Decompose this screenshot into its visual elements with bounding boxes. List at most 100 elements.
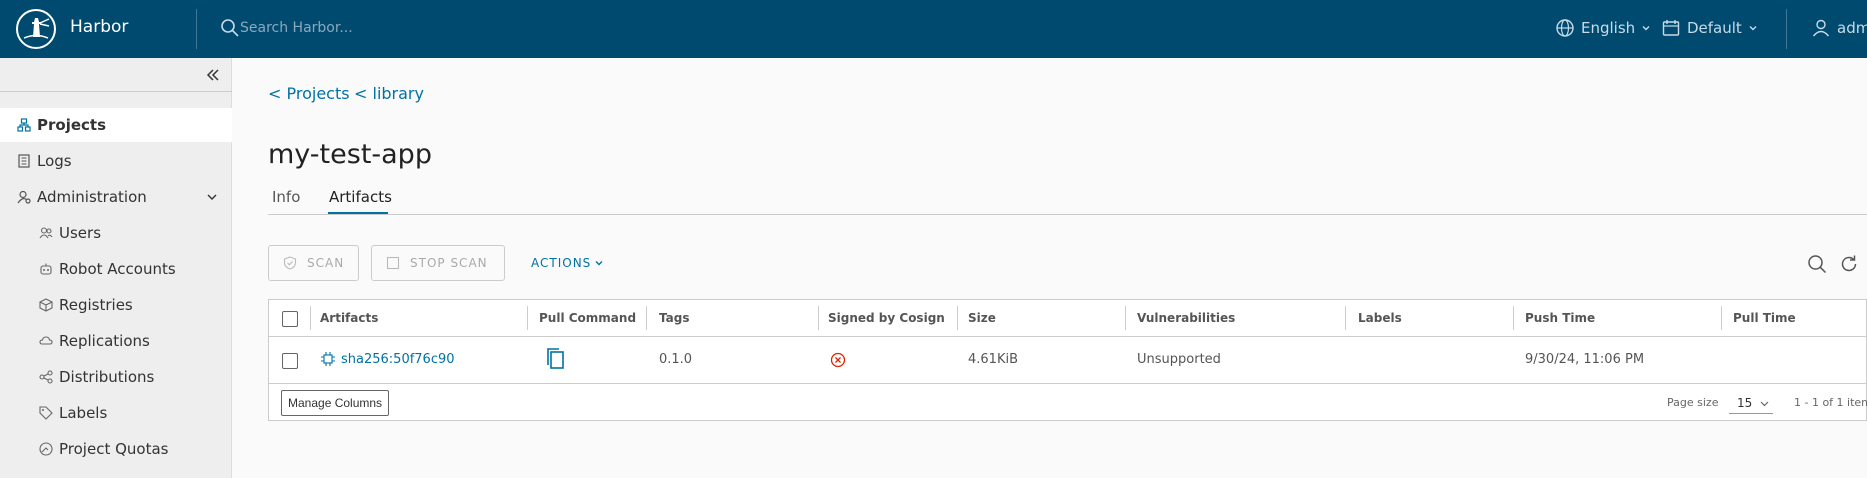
header-divider	[1786, 9, 1787, 49]
column-separator[interactable]	[1721, 306, 1722, 330]
datagrid-footer: Manage Columns Page size 15 1 - 1 of 1 i…	[269, 383, 1867, 421]
breadcrumb-projects[interactable]: < Projects	[268, 84, 350, 103]
tags-cell: 0.1.0	[659, 351, 693, 367]
search-icon[interactable]	[220, 18, 240, 38]
theme-label: Default	[1687, 19, 1742, 37]
logs-icon	[18, 154, 30, 168]
size-cell: 4.61KiB	[968, 351, 1019, 367]
tabs-divider	[268, 214, 1867, 215]
sidebar-item-project-quotas[interactable]: Project Quotas	[0, 432, 232, 466]
sidebar-collapse-bar	[0, 58, 232, 92]
tab-artifacts[interactable]: Artifacts	[329, 188, 392, 206]
top-header: Harbor English Default	[0, 0, 1867, 58]
replications-icon	[39, 336, 53, 345]
sidebar-item-label: Administration	[37, 188, 147, 206]
artifact-cell: sha256:50f76c90	[320, 348, 455, 370]
shield-check-icon	[283, 256, 297, 270]
labels-icon	[39, 406, 53, 420]
chevron-down-icon	[1760, 401, 1769, 407]
sidebar-item-registries[interactable]: Registries	[0, 288, 232, 322]
globe-icon	[1556, 19, 1574, 37]
copy-icon[interactable]	[545, 347, 567, 371]
artifact-digest-link[interactable]: sha256:50f76c90	[341, 352, 455, 367]
refresh-icon[interactable]	[1839, 254, 1859, 274]
sidebar-item-label: Logs	[37, 152, 72, 170]
column-header-pull-command[interactable]: Pull Command	[539, 300, 636, 336]
chevron-down-icon[interactable]	[206, 191, 218, 203]
projects-icon	[17, 118, 31, 132]
chevron-down-icon	[1749, 26, 1757, 31]
column-header-vulnerabilities[interactable]: Vulnerabilities	[1137, 300, 1235, 336]
breadcrumb-library[interactable]: < library	[354, 84, 424, 103]
column-separator[interactable]	[527, 306, 528, 330]
sidebar-item-distributions[interactable]: Distributions	[0, 360, 232, 394]
sidebar-item-users[interactable]: Users	[0, 216, 232, 250]
column-header-push-time[interactable]: Push Time	[1525, 300, 1595, 336]
user-menu[interactable]: admin	[1811, 16, 1867, 40]
sidebar: Projects Logs Administration Users Robot…	[0, 58, 232, 478]
search-icon[interactable]	[1807, 254, 1827, 274]
column-separator[interactable]	[818, 306, 819, 330]
sidebar-item-label: Project Quotas	[59, 440, 169, 458]
page-size-value: 15	[1737, 395, 1753, 410]
stop-scan-button[interactable]: STOP SCAN	[371, 245, 505, 281]
sidebar-item-projects[interactable]: Projects	[0, 108, 232, 142]
header-divider	[196, 9, 197, 49]
user-icon	[1812, 19, 1830, 37]
vulnerabilities-cell: Unsupported	[1137, 351, 1221, 367]
search-input[interactable]	[240, 14, 740, 42]
page-title: my-test-app	[268, 139, 432, 170]
harbor-logo[interactable]	[16, 9, 56, 49]
datagrid-header: Artifacts Pull Command Tags Signed by Co…	[269, 300, 1867, 337]
stop-scan-label: STOP SCAN	[410, 256, 488, 270]
lighthouse-icon	[23, 18, 50, 39]
row-select-checkbox[interactable]	[282, 353, 298, 369]
page-size-select[interactable]: 15	[1729, 392, 1773, 414]
column-separator[interactable]	[646, 306, 647, 330]
users-icon	[39, 227, 53, 239]
sidebar-item-label: Labels	[59, 404, 108, 422]
column-header-artifacts[interactable]: Artifacts	[320, 300, 378, 336]
page-size-label: Page size	[1667, 396, 1719, 409]
brand-name[interactable]: Harbor	[70, 17, 128, 37]
sidebar-item-administration[interactable]: Administration	[0, 180, 232, 214]
column-header-size[interactable]: Size	[968, 300, 996, 336]
column-header-signed-by-cosign[interactable]: Signed by Cosign	[828, 300, 945, 336]
artifacts-datagrid: Artifacts Pull Command Tags Signed by Co…	[268, 299, 1867, 421]
quotas-icon	[39, 442, 53, 456]
scan-label: SCAN	[307, 256, 345, 270]
column-separator[interactable]	[1345, 306, 1346, 330]
select-all-checkbox[interactable]	[282, 311, 298, 327]
sidebar-item-robot-accounts[interactable]: Robot Accounts	[0, 252, 232, 286]
calendar-icon	[1662, 20, 1680, 36]
scan-button[interactable]: SCAN	[268, 245, 359, 281]
double-chevron-left-icon[interactable]	[205, 67, 221, 83]
sidebar-item-logs[interactable]: Logs	[0, 144, 232, 178]
sidebar-item-labels[interactable]: Labels	[0, 396, 232, 430]
chevron-down-icon	[595, 261, 603, 266]
column-separator	[310, 306, 311, 330]
registries-icon	[39, 298, 53, 312]
column-header-tags[interactable]: Tags	[659, 300, 689, 336]
theme-selector[interactable]: Default	[1661, 16, 1758, 40]
robot-icon	[40, 263, 52, 275]
column-separator[interactable]	[1125, 306, 1126, 330]
sidebar-item-label: Distributions	[59, 368, 155, 386]
actions-dropdown[interactable]: ACTIONS	[531, 256, 603, 270]
sidebar-item-label: Replications	[59, 332, 150, 350]
sidebar-item-label: Projects	[37, 116, 107, 134]
column-separator[interactable]	[957, 306, 958, 330]
distributions-icon	[39, 370, 53, 384]
column-header-pull-time[interactable]: Pull Time	[1733, 300, 1796, 336]
sidebar-item-label: Robot Accounts	[59, 260, 176, 278]
sidebar-item-replications[interactable]: Replications	[0, 324, 232, 358]
manage-columns-button[interactable]: Manage Columns	[281, 390, 390, 416]
not-signed-icon	[830, 352, 846, 368]
language-selector[interactable]: English	[1555, 16, 1651, 40]
user-name: admin	[1837, 19, 1867, 37]
column-separator[interactable]	[1513, 306, 1514, 330]
tab-info[interactable]: Info	[272, 188, 300, 206]
column-header-labels[interactable]: Labels	[1358, 300, 1402, 336]
chevron-down-icon	[1642, 26, 1650, 31]
stop-square-icon	[386, 256, 400, 270]
